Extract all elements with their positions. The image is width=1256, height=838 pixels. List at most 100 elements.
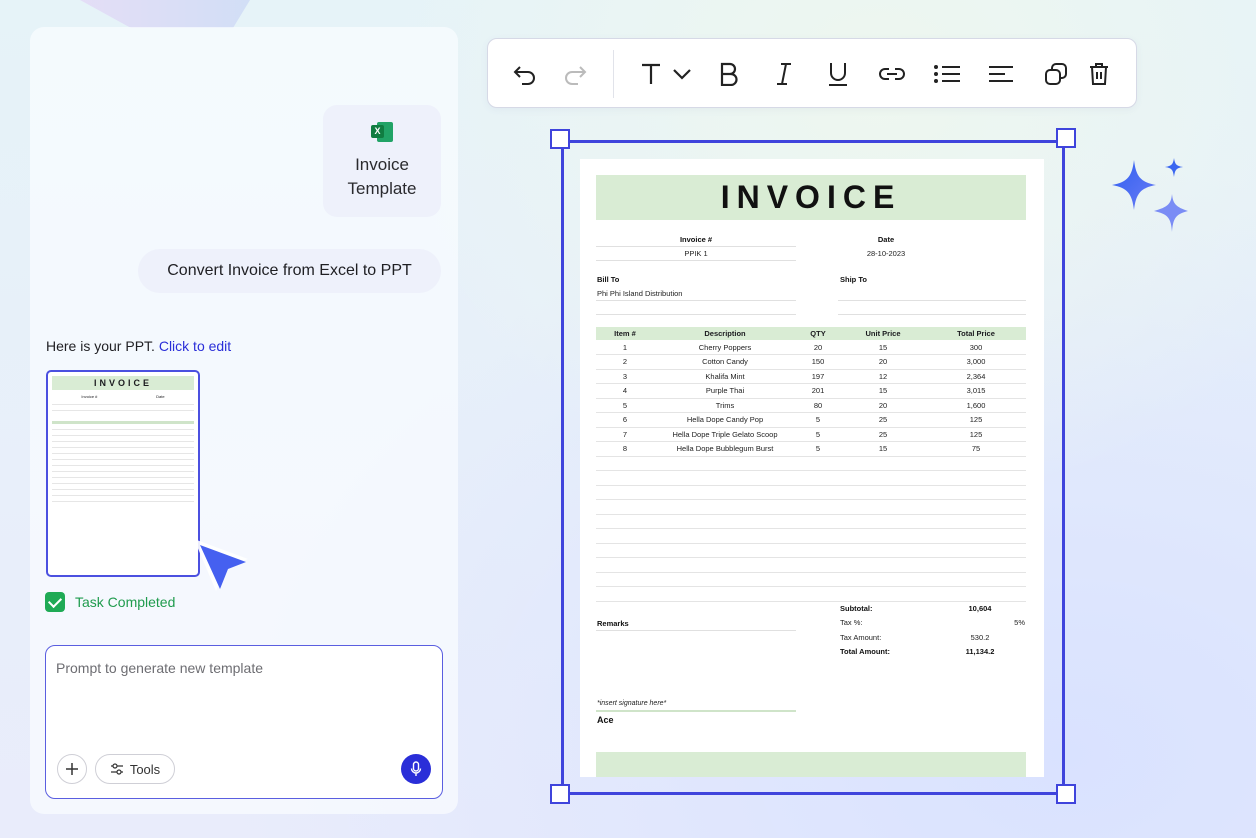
tax-percent-label: Tax %: [840,618,863,627]
sliders-icon [110,763,123,775]
text-button[interactable] [638,60,664,88]
decorative-shape [80,0,250,28]
thumb-line [52,459,194,460]
format-toolbar [487,38,1137,108]
bold-button[interactable] [716,60,742,88]
thumb-line [52,429,194,430]
column-header: Total Price [926,327,1026,340]
thumb-line [52,477,194,478]
empty-table-row [596,601,1026,602]
reply-text: Here is your PPT. [46,338,155,354]
checkbox-checked-icon [45,592,65,612]
trash-icon [1090,63,1108,85]
pointer-cursor-icon [194,539,248,591]
link-button[interactable] [877,60,907,88]
table-cell: 20 [840,398,926,413]
table-cell: 125 [926,427,1026,442]
column-header: Unit Price [840,327,926,340]
table-cell: Cherry Poppers [654,340,796,355]
text-dropdown[interactable] [670,60,694,88]
chevron-down-icon [673,69,691,80]
divider [838,300,1026,301]
table-cell: 15 [840,441,926,457]
prompt-input[interactable] [56,660,426,676]
total-amount-value: 11,134.2 [965,647,995,656]
date-label: Date [877,235,895,244]
empty-table-row [596,499,1026,500]
tools-button[interactable]: Tools [95,754,175,784]
table-cell: 25 [840,427,926,442]
thumb-invoice-label: Invoice # [81,394,98,399]
add-button[interactable] [57,754,87,784]
table-cell: 150 [796,354,840,370]
invoice-slide[interactable]: INVOICE Invoice # PPIK 1 Date 28-10-2023… [580,159,1044,777]
table-cell: 3,000 [926,354,1026,370]
divider [838,314,1026,315]
mic-button[interactable] [401,754,431,784]
table-cell: 12 [840,369,926,384]
divider [596,630,796,631]
table-cell: 15 [840,383,926,399]
list-button[interactable] [932,60,962,88]
thumbnail-title: INVOICE [52,376,194,390]
table-row: 2 Cotton Candy 150 20 3,000 [596,354,1026,370]
resize-handle-bottom-left[interactable] [550,784,570,804]
table-cell: Hella Dope Candy Pop [654,412,796,428]
table-cell: 201 [796,383,840,399]
thumb-line [52,483,194,484]
task-status: Task Completed [45,592,175,612]
table-cell: 2,364 [926,369,1026,384]
empty-table-row [596,557,1026,558]
duplicate-icon [1045,63,1067,85]
resize-handle-top-left[interactable] [550,129,570,149]
table-cell: 75 [926,441,1026,457]
resize-handle-top-right[interactable] [1056,128,1076,148]
thumb-line [52,435,194,436]
subtotal-label: Subtotal: [840,604,873,613]
redo-button[interactable] [560,60,590,88]
empty-table-row [596,485,1026,486]
thumb-line [52,465,194,466]
table-row: 3 Khalifa Mint 197 12 2,364 [596,369,1026,384]
delete-button[interactable] [1086,60,1112,88]
empty-table-row [596,572,1026,573]
table-row: 4 Purple Thai 201 15 3,015 [596,383,1026,399]
thumb-line [52,404,194,405]
empty-table-row [596,586,1026,587]
table-row: 1 Cherry Poppers 20 15 300 [596,340,1026,355]
text-icon [642,63,660,84]
bill-to-label: Bill To [597,275,620,284]
table-cell: Hella Dope Triple Gelato Scoop [654,427,796,442]
thumb-line [52,471,194,472]
table-row: 5 Trims 80 20 1,600 [596,398,1026,413]
table-cell: 5 [796,412,840,428]
total-amount-label: Total Amount: [840,647,890,656]
click-to-edit-link[interactable]: Click to edit [159,338,231,354]
attachment-card[interactable]: X Invoice Template [323,105,441,217]
signature-line [596,710,796,712]
align-left-button[interactable] [987,60,1015,88]
empty-table-row [596,543,1026,544]
redo-icon [565,66,587,85]
underline-button[interactable] [825,60,851,88]
table-cell: 2 [596,354,654,370]
resize-handle-bottom-right[interactable] [1056,784,1076,804]
thumb-line [52,441,194,442]
table-cell: 5 [796,441,840,457]
table-cell: 25 [840,412,926,428]
table-cell: 80 [796,398,840,413]
table-cell: 20 [796,340,840,355]
italic-button[interactable] [771,60,797,88]
thumbnail-header: Invoice # Date [52,394,194,399]
duplicate-button[interactable] [1042,60,1070,88]
sparkle-icon [1112,158,1188,232]
column-header: QTY [796,327,840,340]
microphone-icon [410,761,422,776]
table-header-row: Item # Description QTY Unit Price Total … [596,327,1026,340]
undo-button[interactable] [510,60,540,88]
invoice-title: INVOICE [596,175,1026,220]
empty-table-row [596,528,1026,529]
table-cell: 1 [596,340,654,355]
ship-to-label: Ship To [840,275,867,284]
signature-placeholder: *insert signature here* [597,700,667,707]
